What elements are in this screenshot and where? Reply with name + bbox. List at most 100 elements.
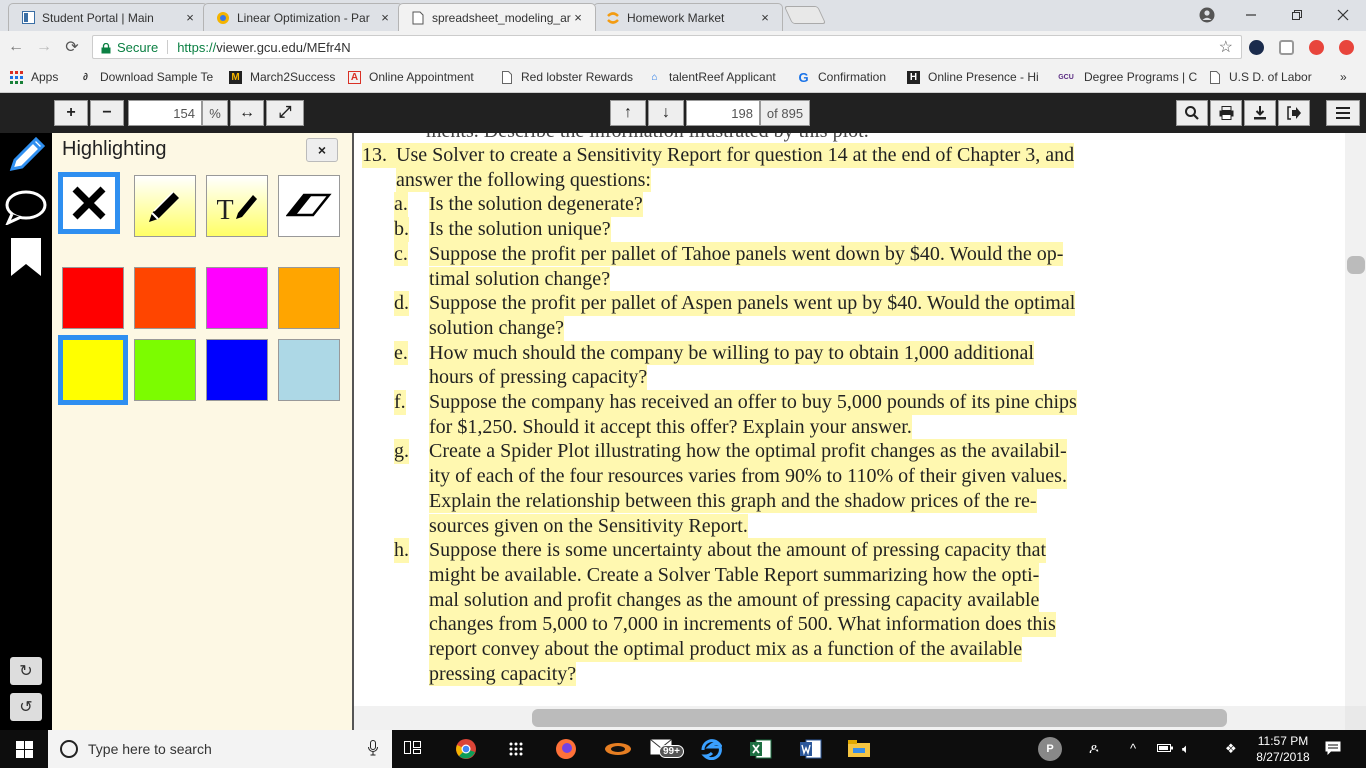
close-window-icon[interactable]	[1320, 0, 1366, 30]
page-input[interactable]: 198	[686, 100, 760, 126]
new-tab-button[interactable]	[783, 6, 827, 24]
star-bookmark-icon[interactable]: ☆	[1219, 37, 1233, 57]
tab-close-button[interactable]: ×	[571, 10, 585, 25]
windows-start-icon[interactable]	[13, 739, 35, 759]
edge-icon[interactable]	[700, 739, 722, 760]
print-icon[interactable]	[1210, 100, 1242, 126]
bookmark-download-sample[interactable]: ∂ Download Sample Te	[79, 70, 213, 84]
google-icon: G	[798, 69, 809, 85]
tab-homework-market[interactable]: Homework Market ×	[593, 3, 783, 31]
appointment-icon: A	[348, 70, 361, 84]
comment-bubble-icon[interactable]	[4, 189, 48, 228]
back-icon[interactable]: ←	[6, 37, 26, 57]
zoom-in-button[interactable]: +	[54, 100, 88, 126]
cast-icon[interactable]	[1279, 40, 1294, 55]
task-view-icon[interactable]	[402, 739, 424, 759]
bookmarks-bar: Apps ∂ Download Sample Te M March2Succes…	[0, 63, 1366, 93]
pen-tool-button[interactable]	[134, 175, 196, 237]
color-swatch-magenta[interactable]	[206, 267, 268, 329]
color-swatch-orange-red[interactable]	[134, 267, 196, 329]
fullscreen-icon[interactable]: ⤢	[266, 100, 304, 126]
panel-close-button[interactable]: ×	[306, 138, 338, 162]
tab-student-portal[interactable]: Student Portal | Main ×	[8, 3, 208, 31]
tab-close-button[interactable]: ×	[758, 10, 772, 25]
profile-icon[interactable]	[1184, 0, 1230, 30]
horizontal-scrollbar[interactable]	[354, 706, 1345, 730]
battery-icon[interactable]	[1157, 741, 1173, 756]
tab-close-button[interactable]: ×	[378, 10, 392, 25]
vertical-scrollbar[interactable]	[1345, 133, 1366, 706]
app-logo-icon[interactable]	[603, 739, 633, 759]
word-icon[interactable]	[800, 739, 822, 759]
excel-icon[interactable]	[750, 739, 772, 759]
bookmark-online-presence[interactable]: H Online Presence - Hi	[907, 70, 1039, 84]
homework-market-favicon-icon	[606, 11, 620, 25]
chrome-icon[interactable]	[455, 739, 477, 759]
minimize-icon[interactable]	[1228, 0, 1274, 30]
question-text-line: Is the solution degenerate?	[429, 192, 643, 218]
chevron-up-icon[interactable]: ^	[1130, 741, 1136, 756]
zoom-out-button[interactable]: −	[90, 100, 124, 126]
dropbox-icon[interactable]: ❖	[1225, 741, 1237, 757]
eraser-tool-button[interactable]	[278, 175, 340, 237]
globe-favicon-icon	[216, 11, 230, 25]
taskbar-search[interactable]: Type here to search	[48, 730, 392, 768]
page-up-icon[interactable]: ↑	[610, 100, 646, 126]
bookmark-degree-programs[interactable]: GCU Degree Programs | C	[1056, 70, 1197, 84]
tab-linear-optimization[interactable]: Linear Optimization - Par ×	[203, 3, 403, 31]
bookmark-labor[interactable]: U.S D. of Labor	[1208, 70, 1312, 84]
tab-spreadsheet-modeling[interactable]: spreadsheet_modeling_ar ×	[398, 3, 596, 31]
download-icon[interactable]	[1244, 100, 1276, 126]
color-swatch-green[interactable]	[134, 339, 196, 401]
highlighter-pen-icon[interactable]	[6, 135, 46, 178]
volume-icon[interactable]: 🔈︎	[1182, 741, 1190, 757]
menu-icon[interactable]	[1326, 100, 1360, 126]
color-swatch-red[interactable]	[62, 267, 124, 329]
bookmarks-overflow[interactable]: »	[1340, 70, 1347, 84]
extension-icon[interactable]	[1339, 40, 1354, 55]
extension-icon[interactable]	[1249, 40, 1264, 55]
text-tool-button[interactable]: T	[206, 175, 268, 237]
page-down-icon[interactable]: ↓	[648, 100, 684, 126]
color-swatch-blue[interactable]	[206, 339, 268, 401]
question-text-line: changes from 5,000 to 7,000 in increment…	[429, 612, 1056, 637]
bookmark-icon[interactable]	[10, 237, 42, 280]
restore-icon[interactable]	[1274, 0, 1320, 30]
zoom-input[interactable]: 154	[128, 100, 202, 126]
sign-out-icon[interactable]	[1278, 100, 1310, 126]
tab-strip: Student Portal | Main × Linear Optimizat…	[0, 0, 1366, 31]
document-page: ments. Describe the information illustra…	[354, 133, 1345, 706]
reload-icon[interactable]: ⟳	[62, 37, 82, 57]
bookmark-talentreef[interactable]: ⌂ talentReef Applicant	[648, 70, 775, 84]
firefox-icon[interactable]	[555, 739, 577, 759]
bookmark-apps[interactable]: Apps	[10, 70, 58, 84]
app-grid-icon[interactable]	[505, 739, 527, 759]
fit-width-icon[interactable]: ↔	[230, 100, 264, 126]
color-swatch-orange[interactable]	[278, 267, 340, 329]
scroll-thumb[interactable]	[532, 709, 1227, 727]
mail-icon[interactable]: 99+	[650, 739, 684, 759]
file-explorer-icon[interactable]	[848, 739, 870, 759]
search-icon[interactable]	[1176, 100, 1208, 126]
bookmark-confirmation[interactable]: G Confirmation	[797, 69, 886, 85]
system-clock[interactable]: 11:57 PM 8/27/2018	[1251, 733, 1315, 765]
color-swatch-light-blue[interactable]	[278, 339, 340, 401]
color-swatch-yellow[interactable]	[58, 335, 128, 405]
people-avatar[interactable]: P	[1038, 737, 1062, 761]
redo-icon[interactable]: ↻	[10, 657, 42, 685]
question-text-line: Explain the relationship between this gr…	[429, 488, 1037, 514]
forward-icon[interactable]: →	[34, 37, 54, 57]
bookmark-red-lobster[interactable]: Red lobster Rewards	[500, 70, 633, 84]
undo-icon[interactable]: ↺	[10, 693, 42, 721]
action-center-icon[interactable]	[1325, 741, 1341, 759]
question-text-line: report convey about the optimal product …	[429, 637, 1023, 662]
address-bar[interactable]: Secure https:// viewer.gcu.edu/MEfr4N ☆	[92, 35, 1242, 59]
bookmark-march2success[interactable]: M March2Success	[229, 70, 335, 84]
microphone-icon[interactable]	[368, 739, 378, 759]
bookmark-online-appointment[interactable]: A Online Appointment	[348, 70, 474, 84]
tab-close-button[interactable]: ×	[183, 10, 197, 25]
extension-icon[interactable]	[1309, 40, 1324, 55]
scroll-thumb[interactable]	[1347, 256, 1365, 274]
people-icon[interactable]: ዶ	[1089, 741, 1099, 757]
clear-tool-button[interactable]	[58, 172, 120, 234]
